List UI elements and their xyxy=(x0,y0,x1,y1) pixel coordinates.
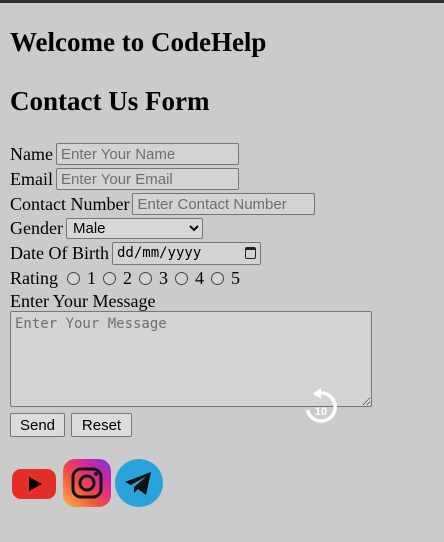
dob-label: Date Of Birth xyxy=(10,242,109,263)
email-label: Email xyxy=(10,168,53,189)
radio-circle-icon[interactable] xyxy=(139,271,152,285)
dob-placeholder: dd/mm/yyyy xyxy=(116,245,202,261)
contact-label: Contact Number xyxy=(10,193,130,214)
reset-button[interactable]: Reset xyxy=(71,413,132,437)
replay-10-icon[interactable]: 10 xyxy=(301,387,341,427)
name-row: Name xyxy=(10,141,239,167)
top-border xyxy=(0,0,444,3)
gender-select[interactable]: Male xyxy=(65,217,203,239)
replay-seconds: 10 xyxy=(315,406,327,418)
name-label: Name xyxy=(10,143,53,164)
gender-label: Gender xyxy=(10,217,63,238)
instagram-icon[interactable] xyxy=(62,458,112,508)
email-input[interactable] xyxy=(56,168,239,190)
contact-number-input[interactable] xyxy=(132,193,316,215)
message-label: Enter Your Message xyxy=(10,290,156,311)
send-button[interactable]: Send xyxy=(10,413,65,437)
calendar-icon[interactable] xyxy=(244,247,256,259)
radio-circle-icon[interactable] xyxy=(67,271,80,285)
rating-option-1[interactable]: 1 xyxy=(67,268,96,289)
radio-circle-icon[interactable] xyxy=(175,271,188,285)
radio-circle-icon[interactable] xyxy=(103,271,116,285)
rating-option-4[interactable]: 4 xyxy=(175,268,204,289)
contact-row: Contact Number xyxy=(10,191,316,217)
welcome-heading: Welcome to CodeHelp xyxy=(10,27,267,57)
dob-input[interactable]: dd/mm/yyyy xyxy=(111,241,261,265)
youtube-icon[interactable] xyxy=(10,458,60,508)
contact-form-heading: Contact Us Form xyxy=(10,86,210,116)
gender-row: Gender Male xyxy=(10,215,203,241)
dob-row: Date Of Birth dd/mm/yyyy xyxy=(10,240,261,266)
rating-label: Rating xyxy=(10,267,58,288)
telegram-icon[interactable] xyxy=(114,458,164,508)
rating-option-2[interactable]: 2 xyxy=(103,268,132,289)
radio-circle-icon[interactable] xyxy=(211,271,224,285)
email-row: Email xyxy=(10,166,239,192)
rating-option-3[interactable]: 3 xyxy=(139,268,168,289)
rating-option-5[interactable]: 5 xyxy=(211,268,240,289)
name-input[interactable] xyxy=(55,143,239,165)
